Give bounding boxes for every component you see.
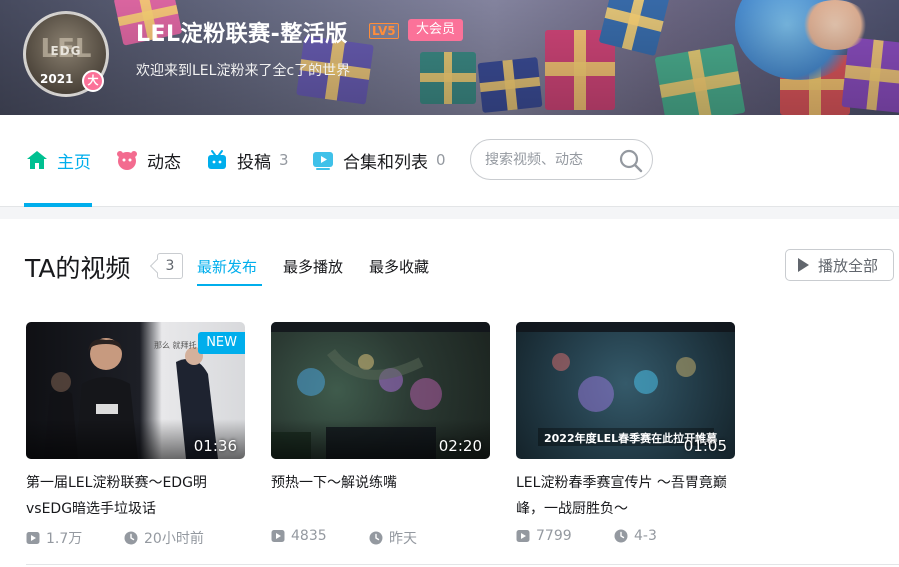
clock-icon [369,531,383,545]
play-count: 4835 [271,528,327,544]
video-thumbnail[interactable]: 02:20 [271,322,490,459]
avatar-year: 2021 [40,72,74,86]
video-count-badge: 3 [157,253,183,279]
avatar-team-text: EDG [50,44,82,58]
dynamic-icon [116,149,138,171]
video-thumbnail[interactable]: NEW 那么 就拜托 01:36 [26,322,245,459]
search-input[interactable] [485,149,610,171]
tab-collections-count: 0 [436,151,446,169]
publish-time-value: 昨天 [389,531,417,547]
section-title: TA的视频 [25,254,131,283]
clock-icon [124,531,138,545]
space-nav: 主页 动态 投稿 3 合集和列表 0 [0,115,899,207]
video-thumbnail[interactable]: 2022年度LEL春季赛在此拉开帷幕 01:05 [516,322,735,459]
clock-icon [614,529,628,543]
video-count: 3 [165,258,175,274]
video-meta: 1.7万 20小时前 [26,528,245,548]
video-title[interactable]: LEL淀粉春季赛宣传片 ～吾胃竟巅峰，一战厨胜负～ [516,470,735,522]
publish-time: 20小时前 [124,528,204,548]
video-duration: 02:20 [438,437,482,455]
play-all-button[interactable]: 播放全部 [785,249,894,281]
play-count-value: 1.7万 [46,531,83,547]
video-title[interactable]: 第一届LEL淀粉联赛～EDG明vsEDG暗选手垃圾话 [26,470,245,522]
play-count-icon [271,529,285,543]
play-count: 1.7万 [26,528,82,548]
video-title[interactable]: 预热一下～解说练嘴 [271,470,490,522]
banner-shade [0,0,899,115]
tab-home[interactable]: 主页 [26,147,91,173]
tab-home-label: 主页 [57,152,91,173]
active-sort-indicator [197,284,262,286]
video-card[interactable]: NEW 那么 就拜托 01:36 第一届LEL淀粉联赛～EDG明vsEDG暗选手… [26,322,245,548]
tab-collections[interactable]: 合集和列表 0 [312,147,446,173]
new-badge: NEW [198,332,245,354]
home-icon [26,149,48,171]
sort-latest[interactable]: 最新发布 [197,256,257,277]
play-count-value: 4835 [291,528,327,544]
video-duration: 01:36 [193,437,237,455]
play-all-label: 播放全部 [818,256,879,275]
publish-time-value: 20小时前 [144,531,204,547]
publish-time: 4-3 [614,528,657,544]
profile-banner: LEL EDG 2021 大 LEL淀粉联赛-整活版 LV5 大会员 欢迎来到L… [0,0,899,115]
tab-collections-label: 合集和列表 [343,152,428,173]
publish-time: 昨天 [369,528,417,548]
username[interactable]: LEL淀粉联赛-整活版 [136,16,348,48]
play-icon [796,257,810,273]
play-count-value: 7799 [536,528,572,544]
play-count-icon [516,529,530,543]
thumbnail-caption: 那么 就拜托 [154,341,197,350]
video-card[interactable]: 2022年度LEL春季赛在此拉开帷幕 01:05 LEL淀粉春季赛宣传片 ～吾胃… [516,322,735,548]
list-divider [26,564,899,565]
play-count-icon [26,531,40,545]
tab-uploads-label: 投稿 [237,152,271,173]
video-meta: 4835 昨天 [271,528,490,548]
tab-dynamic[interactable]: 动态 [116,147,181,173]
section-gap [0,207,899,219]
publish-time-value: 4-3 [634,528,657,544]
video-card[interactable]: 02:20 预热一下～解说练嘴 4835 昨天 [271,322,490,548]
space-search [470,139,653,180]
sort-most-played[interactable]: 最多播放 [283,256,343,277]
tab-uploads[interactable]: 投稿 3 [206,147,289,173]
vip-tag[interactable]: 大会员 [408,19,464,41]
tab-uploads-count: 3 [279,151,289,169]
tab-dynamic-label: 动态 [147,152,181,173]
level-badge: LV5 [369,23,399,39]
play-count: 7799 [516,528,572,544]
user-sign: 欢迎来到LEL淀粉来了全c了的世界 [136,63,351,79]
search-icon[interactable] [619,149,643,173]
collection-icon [312,149,334,171]
video-meta: 7799 4-3 [516,528,735,548]
vip-avatar-badge: 大 [82,70,104,92]
video-duration: 01:05 [683,437,727,455]
sort-most-favorited[interactable]: 最多收藏 [369,256,429,277]
upload-icon [206,149,228,171]
